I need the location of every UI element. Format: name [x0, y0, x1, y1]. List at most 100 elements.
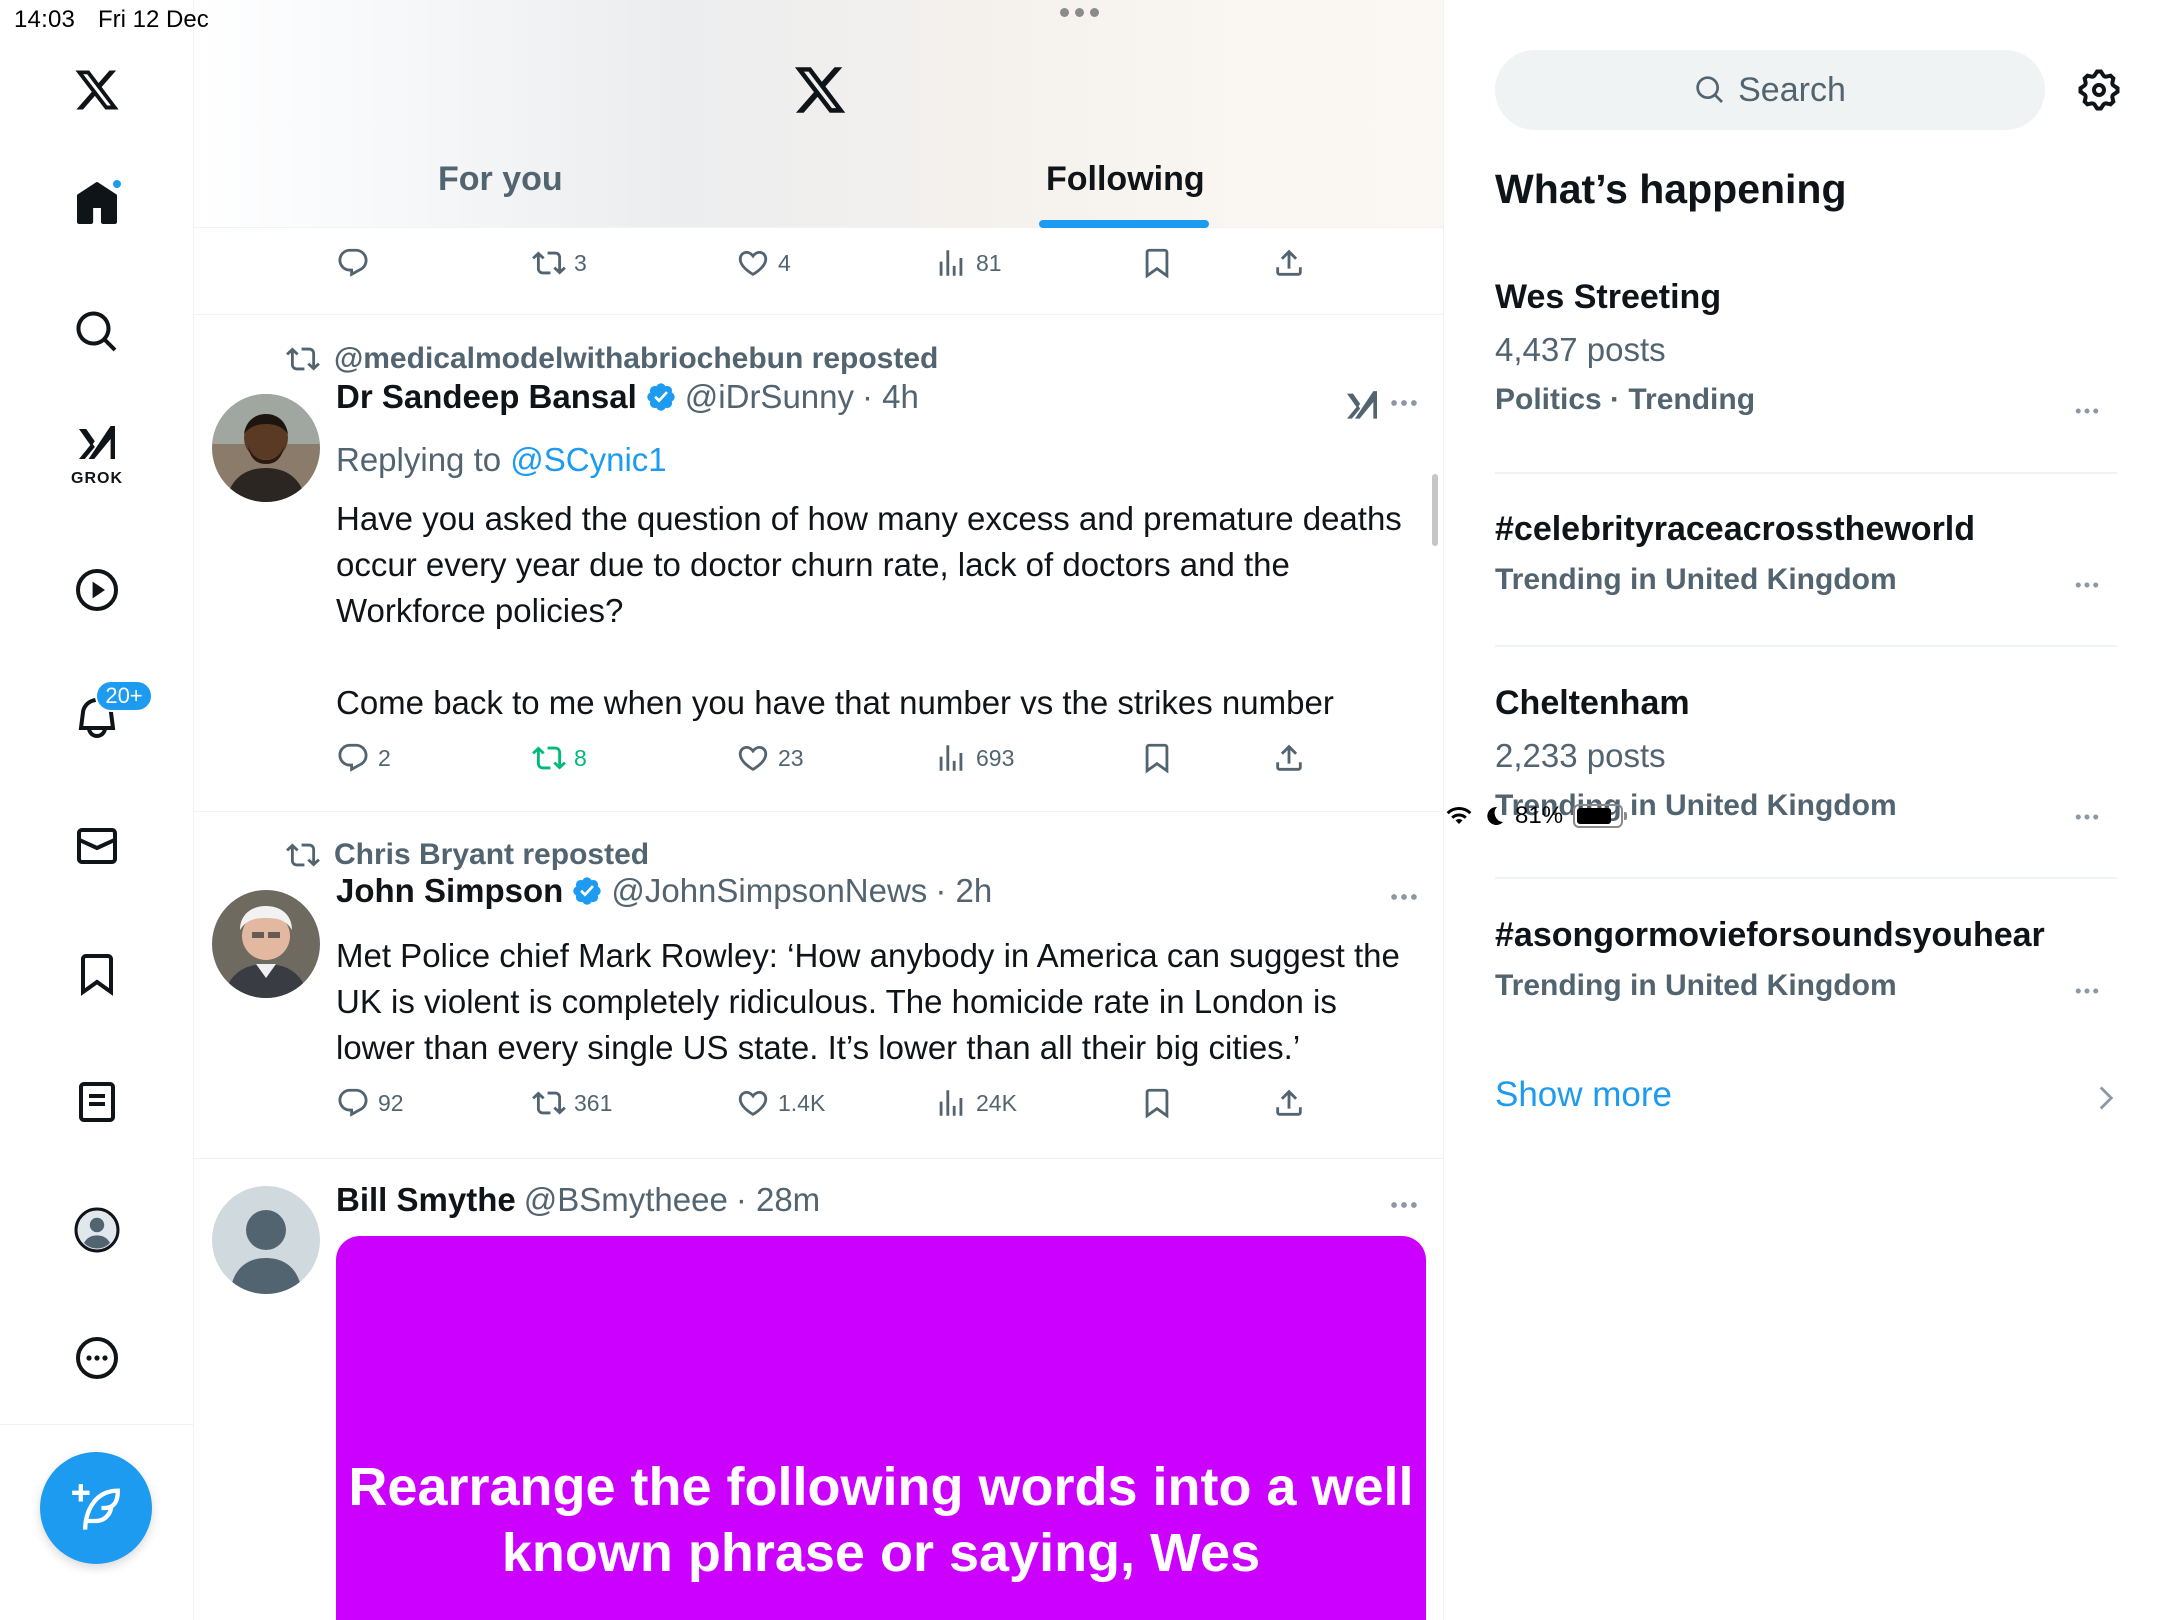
tweet-more-button[interactable]	[1384, 1185, 1424, 1225]
tweet-time[interactable]: · 2h	[935, 872, 992, 910]
list-icon	[79, 1082, 115, 1122]
nav-explore[interactable]	[57, 292, 137, 372]
x-logo-link[interactable]	[57, 50, 137, 130]
heart-icon	[736, 741, 770, 775]
like-button[interactable]: 1.4K	[736, 1086, 825, 1120]
replying-to-handle[interactable]: @SCynic1	[510, 441, 666, 478]
repost-icon	[286, 342, 320, 376]
bookmark-button[interactable]	[1140, 1086, 1174, 1120]
bookmark-icon	[1140, 246, 1174, 280]
tab-following[interactable]: Following	[1046, 160, 1205, 199]
author-handle[interactable]: @iDrSunny	[685, 378, 854, 416]
wifi-icon	[1446, 806, 1472, 824]
like-count: 4	[778, 249, 791, 276]
nav-messages[interactable]	[57, 806, 137, 886]
nav-grok[interactable]: GROK	[57, 412, 137, 492]
like-count: 23	[778, 744, 804, 771]
tweet[interactable]: @medicalmodelwithabriochebun reposted Dr…	[194, 315, 1444, 811]
author-handle[interactable]: @BSmytheee	[524, 1181, 728, 1219]
reply-count: 2	[378, 744, 391, 771]
author-name[interactable]: Dr Sandeep Bansal	[336, 378, 637, 416]
media-image-text: Rearrange the following words into a wel…	[348, 1457, 1414, 1583]
tab-for-you[interactable]: For you	[438, 160, 563, 199]
envelope-icon	[76, 828, 117, 864]
share-button[interactable]	[1272, 741, 1306, 775]
reply-count: 92	[378, 1089, 404, 1116]
battery-percent: 81%	[1515, 802, 1564, 829]
reply-button[interactable]: 92	[336, 1086, 404, 1120]
x-logo-icon	[792, 62, 848, 118]
tweet-more-button[interactable]	[1384, 877, 1424, 917]
bookmark-button[interactable]	[1140, 246, 1174, 280]
tweet-action-bar: 2 8 23 693	[336, 741, 1336, 781]
avatar[interactable]	[212, 1186, 320, 1294]
grok-icon	[79, 426, 115, 459]
x-logo-icon	[73, 66, 121, 114]
views-icon	[934, 741, 968, 775]
tweet[interactable]: Chris Bryant reposted John Simpson @John…	[194, 812, 1444, 1158]
tweet-more-button[interactable]	[1384, 383, 1424, 423]
repost-button[interactable]: 8	[532, 741, 587, 775]
reply-button[interactable]	[336, 246, 378, 280]
views-count: 693	[976, 744, 1015, 771]
like-button[interactable]: 4	[736, 246, 791, 280]
tweet-text: Have you asked the question of how many …	[336, 500, 1402, 721]
nav-more[interactable]	[57, 1318, 137, 1398]
moon-icon	[1487, 806, 1503, 825]
grok-explain-icon[interactable]	[1342, 387, 1382, 427]
verified-badge-icon	[645, 381, 677, 413]
views-button[interactable]: 24K	[934, 1086, 1017, 1120]
tweet-time[interactable]: · 4h	[862, 378, 919, 416]
verified-badge-icon	[571, 875, 603, 907]
author-handle[interactable]: @JohnSimpsonNews	[611, 872, 927, 910]
nav-profile[interactable]	[57, 1190, 137, 1270]
avatar[interactable]	[212, 890, 320, 998]
share-icon	[1272, 741, 1306, 775]
share-button[interactable]	[1272, 246, 1306, 280]
share-icon	[1272, 246, 1306, 280]
reply-icon	[336, 246, 370, 280]
repost-attribution: Chris Bryant reposted	[286, 838, 649, 872]
author-name[interactable]: Bill Smythe	[336, 1181, 516, 1219]
status-right: 81%	[1445, 6, 2160, 1620]
left-sidebar-nav: GROK 20+	[0, 0, 194, 1620]
repost-icon	[532, 1086, 566, 1120]
author-name[interactable]: John Simpson	[336, 872, 563, 910]
bookmark-button[interactable]	[1140, 741, 1174, 775]
multitasking-dots[interactable]	[1060, 8, 1099, 17]
nav-video[interactable]	[57, 550, 137, 630]
scrollbar[interactable]	[1432, 474, 1438, 546]
tweet-header: Bill Smythe @BSmytheee · 28m	[336, 1181, 820, 1219]
nav-divider	[0, 1424, 194, 1425]
timeline-column: For you Following 3 4 81 @medicalmodelwi…	[194, 0, 1444, 1620]
views-count: 81	[976, 249, 1002, 276]
more-circle-icon	[76, 1337, 118, 1379]
reply-icon	[336, 741, 370, 775]
repost-button[interactable]: 361	[532, 1086, 612, 1120]
share-button[interactable]	[1272, 1086, 1306, 1120]
bookmark-icon	[73, 950, 121, 998]
views-button[interactable]: 693	[934, 741, 1014, 775]
share-icon	[1272, 1086, 1306, 1120]
default-avatar-icon	[212, 1186, 320, 1294]
reply-button[interactable]: 2	[336, 741, 391, 775]
like-button[interactable]: 23	[736, 741, 804, 775]
repost-button[interactable]: 3	[532, 246, 587, 280]
views-button[interactable]: 81	[934, 246, 1002, 280]
tweet-media-image[interactable]: Rearrange the following words into a wel…	[336, 1236, 1426, 1620]
nav-notifications[interactable]: 20+	[57, 678, 153, 758]
nav-home[interactable]	[57, 164, 137, 244]
notifications-badge: 20+	[95, 680, 153, 712]
nav-lists[interactable]	[57, 1062, 137, 1142]
avatar[interactable]	[212, 394, 320, 502]
repost-icon	[532, 246, 566, 280]
bookmark-icon	[1140, 1086, 1174, 1120]
tweet-time[interactable]: · 28m	[736, 1181, 820, 1219]
tweet[interactable]: Bill Smythe @BSmytheee · 28m Rearrange t…	[194, 1159, 1443, 1620]
compose-post-button[interactable]	[40, 1452, 152, 1564]
repost-count: 3	[574, 249, 587, 276]
status-bar: 14:03 Fri 12 Dec 81%	[0, 0, 2160, 829]
heart-icon	[736, 246, 770, 280]
nav-bookmarks[interactable]	[57, 934, 137, 1014]
compose-feather-icon	[72, 1484, 120, 1530]
